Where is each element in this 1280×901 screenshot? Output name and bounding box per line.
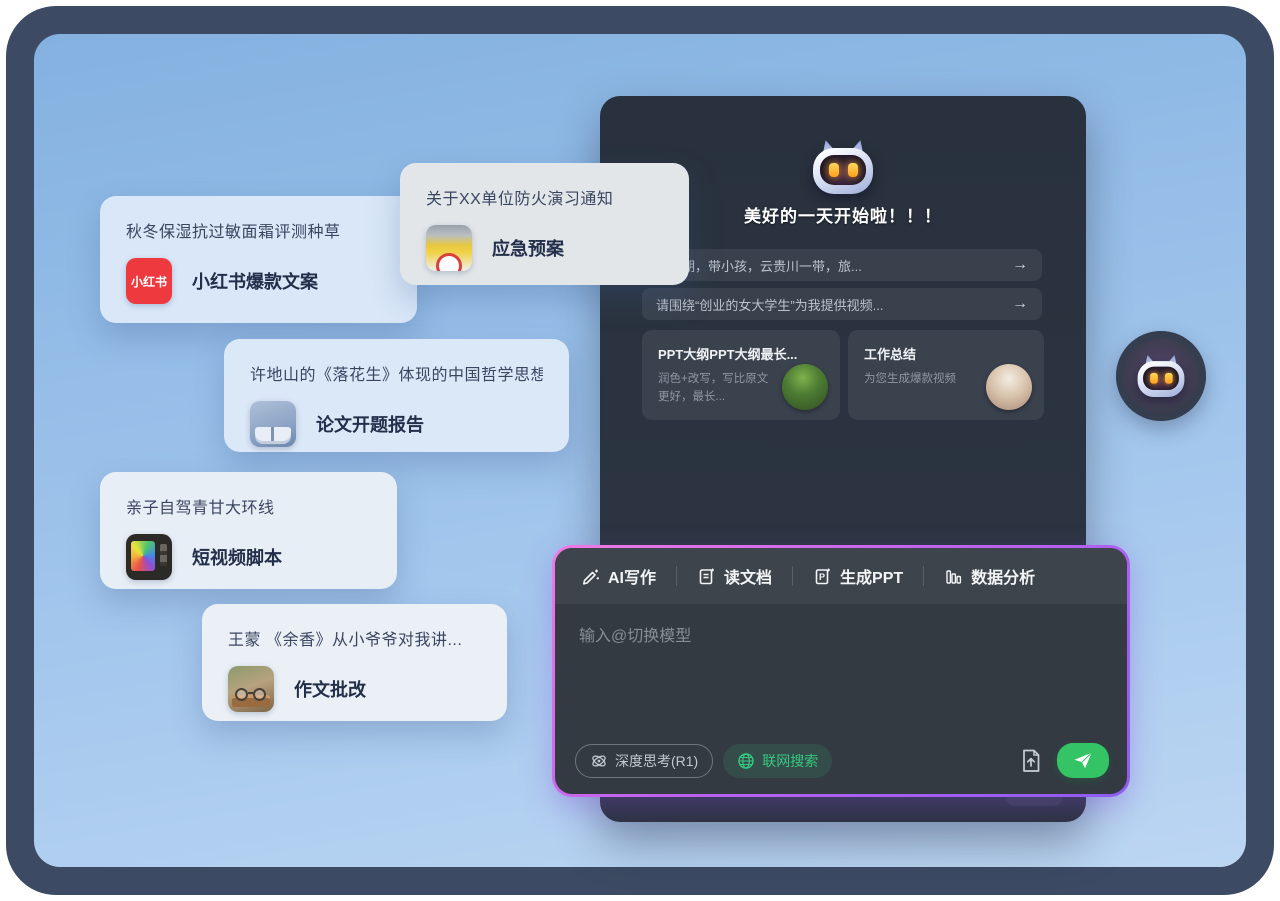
book-spine-shape (271, 427, 274, 441)
use-card-title: 亲子自驾青甘大环线 (126, 494, 371, 518)
tv-screen-shape (131, 541, 155, 571)
tv-knobs-shape (160, 544, 167, 566)
composer-panel: AI写作 读文档 P (552, 545, 1130, 797)
use-card-title: 许地山的《落花生》体现的中国哲学思想 (250, 361, 543, 385)
globe-icon (737, 752, 755, 770)
pen-sparkle-icon (581, 567, 600, 586)
use-card-title: 秋冬保湿抗过敏面霜评测种草 (126, 218, 391, 242)
use-card-label: 短视频脚本 (192, 544, 282, 570)
tab-label: 数据分析 (971, 564, 1035, 588)
use-card-label: 小红书爆款文案 (192, 268, 318, 294)
robot-head (813, 148, 873, 194)
quick-card-work-summary[interactable]: 工作总结 为您生成爆款视频 (848, 330, 1044, 420)
svg-text:P: P (819, 572, 825, 582)
robot-eye-left (829, 163, 839, 177)
tab-label: 生成PPT (840, 564, 903, 588)
tab-ai-writing[interactable]: AI写作 (581, 564, 656, 588)
arrow-right-icon[interactable]: → (1012, 256, 1028, 274)
fire-drill-photo-icon (426, 225, 472, 271)
tab-data-analysis[interactable]: 数据分析 (944, 564, 1035, 588)
open-book-photo-icon (250, 401, 296, 447)
use-card-label: 作文批改 (294, 676, 366, 702)
document-icon (697, 567, 716, 586)
baby-avatar (986, 364, 1032, 410)
quick-card-desc: 为您生成爆款视频 (864, 371, 982, 389)
use-card-label: 应急预案 (492, 235, 564, 261)
quick-card-title: 工作总结 (864, 344, 1032, 363)
use-card-title: 关于XX单位防火演习通知 (426, 185, 663, 209)
suggestion-text: 请围绕“创业的女大学生”为我提供视频... (656, 295, 1002, 314)
web-search-label: 联网搜索 (762, 751, 818, 771)
app-root: 美好的一天开始啦！！！ 天假期，带小孩，云贵川一带，旅... → 请围绕“创业的… (0, 0, 1280, 901)
composer-actions: 深度思考(R1) 联网搜索 (555, 743, 1127, 794)
robot-eyes (1143, 367, 1179, 390)
glasses-lens-right (253, 688, 266, 701)
robot-head (1138, 361, 1185, 397)
robot-eye-right (1165, 373, 1173, 384)
robot-icon (813, 140, 873, 194)
alarm-clock-shape (436, 253, 462, 271)
robot-face-screen (1143, 367, 1179, 390)
ppt-document-icon: P (813, 567, 832, 586)
robot-face-screen (820, 155, 866, 185)
glasses-lens-left (235, 688, 248, 701)
toolbar-divider (923, 566, 924, 586)
plant-avatar (782, 364, 828, 410)
quick-card-ppt-outline[interactable]: PPT大纲PPT大纲最长... 润色+改写，写比原文更好，最长... (642, 330, 840, 420)
send-button[interactable] (1057, 743, 1109, 778)
tab-generate-ppt[interactable]: P 生成PPT (813, 564, 903, 588)
xiaohongshu-icon: 小红书 (126, 258, 172, 304)
bar-chart-icon (944, 567, 963, 586)
suggestion-text: 天假期，带小孩，云贵川一带，旅... (656, 256, 1002, 275)
tab-label: AI写作 (608, 564, 656, 588)
suggestion-row-video[interactable]: 请围绕“创业的女大学生”为我提供视频... → (642, 288, 1042, 320)
web-search-toggle[interactable]: 联网搜索 (723, 744, 832, 778)
quick-card-title: PPT大纲PPT大纲最长... (658, 344, 828, 363)
use-card-title: 王蒙 《余香》从小爷爷对我讲... (228, 626, 481, 650)
upload-icon (1019, 748, 1043, 774)
toolbar-divider (676, 566, 677, 586)
glasses-book-photo-icon (228, 666, 274, 712)
arrow-right-icon[interactable]: → (1012, 295, 1028, 313)
robot-icon (1138, 355, 1185, 397)
retro-tv-photo-icon (126, 534, 172, 580)
xiaohongshu-icon-text: 小红书 (131, 273, 167, 290)
tab-read-document[interactable]: 读文档 (697, 564, 772, 588)
robot-eye-right (848, 163, 858, 177)
robot-badge[interactable] (1116, 331, 1206, 421)
use-card-thesis-proposal[interactable]: 许地山的《落花生》体现的中国哲学思想 论文开题报告 (224, 339, 569, 452)
use-card-emergency-plan[interactable]: 关于XX单位防火演习通知 应急预案 (400, 163, 689, 285)
upload-file-button[interactable] (1015, 745, 1047, 777)
glasses-bridge (248, 692, 254, 694)
composer-toolbar: AI写作 读文档 P (555, 548, 1127, 604)
tab-label: 读文档 (724, 564, 772, 588)
robot-eyes (820, 155, 866, 185)
composer-inner: AI写作 读文档 P (555, 548, 1127, 794)
atom-icon (590, 752, 608, 770)
quick-card-desc: 润色+改写，写比原文更好，最长... (658, 371, 776, 407)
deep-think-toggle[interactable]: 深度思考(R1) (575, 744, 713, 778)
use-card-xiaohongshu[interactable]: 秋冬保湿抗过敏面霜评测种草 小红书 小红书爆款文案 (100, 196, 417, 323)
use-card-essay-review[interactable]: 王蒙 《余香》从小爷爷对我讲... 作文批改 (202, 604, 507, 721)
suggestion-row-trip[interactable]: 天假期，带小孩，云贵川一带，旅... → (642, 249, 1042, 281)
toolbar-divider (792, 566, 793, 586)
prompt-input[interactable] (555, 604, 1127, 743)
use-card-label: 论文开题报告 (316, 411, 424, 437)
robot-eye-left (1150, 373, 1158, 384)
deep-think-label: 深度思考(R1) (615, 751, 698, 771)
send-plane-icon (1073, 751, 1093, 770)
use-card-short-video-script[interactable]: 亲子自驾青甘大环线 短视频脚本 (100, 472, 397, 589)
